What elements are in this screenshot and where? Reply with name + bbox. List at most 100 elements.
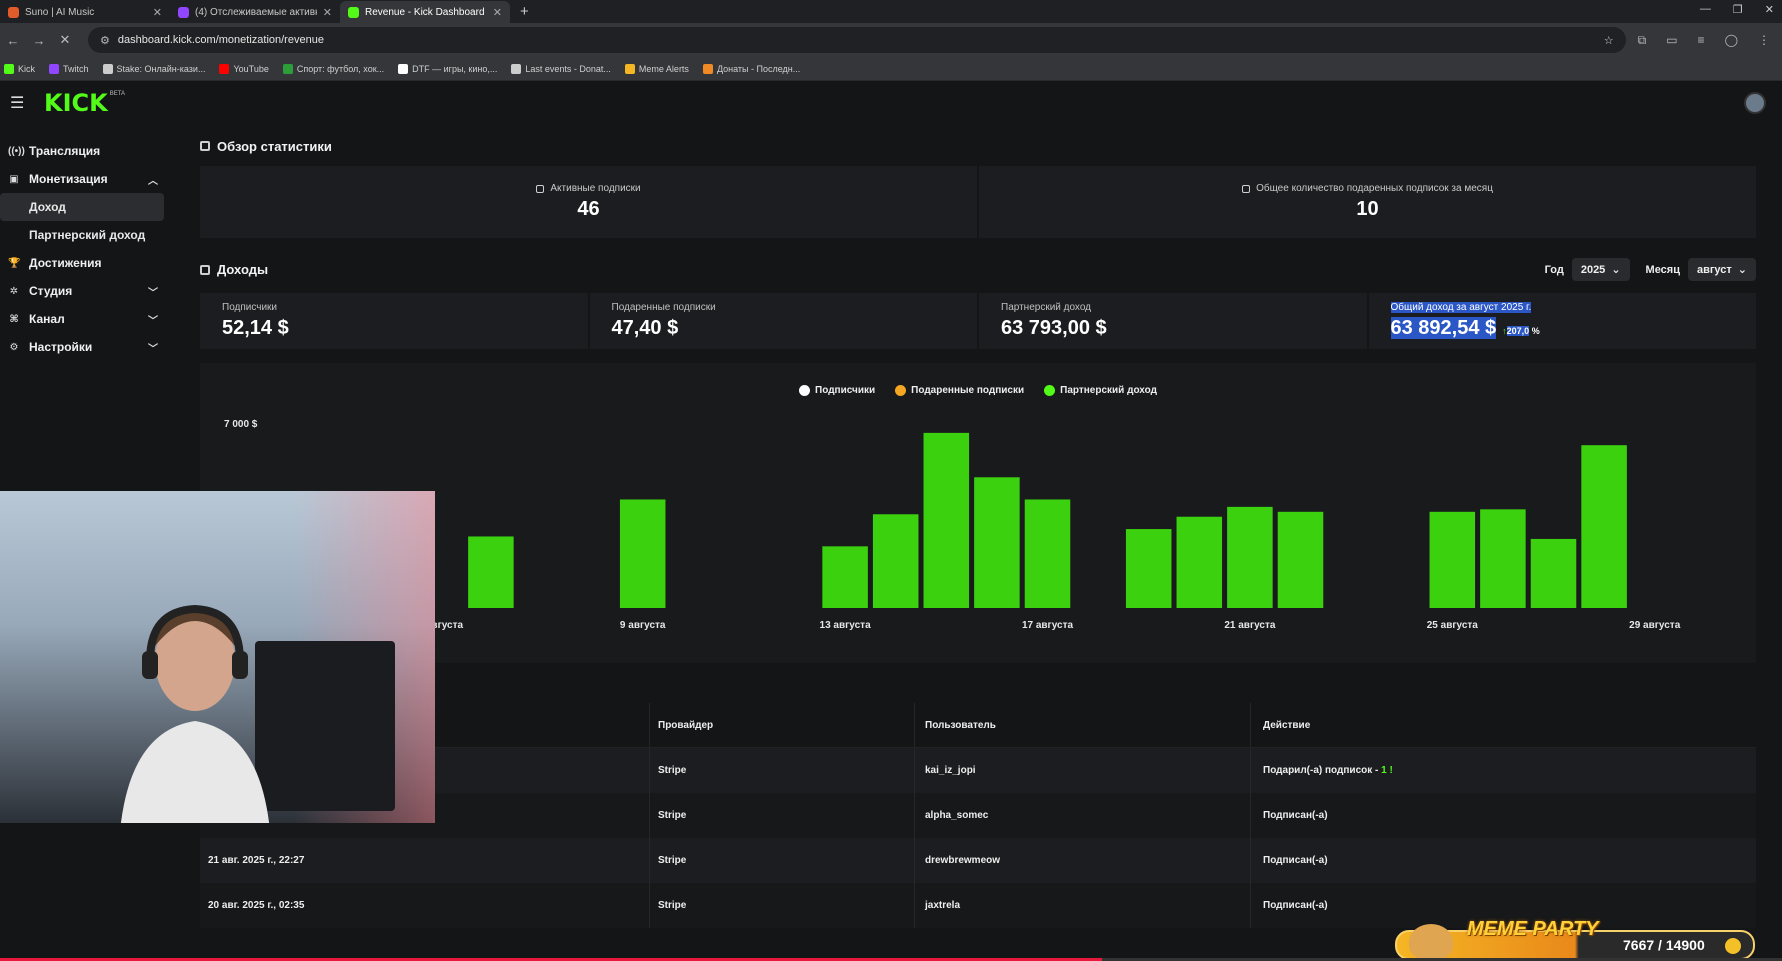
forward-icon[interactable]: → <box>32 33 46 48</box>
youtube-icon <box>219 63 230 74</box>
sidebar-item-label: Канал <box>29 312 65 326</box>
back-icon[interactable]: ← <box>6 33 20 48</box>
menu-icon[interactable]: ⋮ <box>1758 33 1770 48</box>
bookmark-stake[interactable]: Stake: Онлайн-кази... <box>102 63 205 74</box>
sidebar-item-channel[interactable]: ⌘ Канал ﹀ <box>0 305 170 333</box>
header-provider[interactable]: Провайдер <box>649 703 914 747</box>
suno-favicon-icon <box>8 6 19 18</box>
chevron-down-icon[interactable]: ﹀ <box>148 312 158 327</box>
media-controls-icon[interactable]: ≡ <box>1698 33 1705 48</box>
bookmark-kick[interactable]: Kick <box>4 63 35 74</box>
card-value: 47,40 $ <box>611 317 679 339</box>
chart-bar[interactable] <box>923 432 970 608</box>
bookmark-youtube[interactable]: YouTube <box>219 63 269 74</box>
browser-tab-twitch[interactable]: (4) Отслеживаемые активны ✕ <box>170 1 340 23</box>
address-bar-row: ← → ✕ ⚙ dashboard.kick.com/monetization/… <box>0 23 1782 57</box>
studio-icon: ✲ <box>9 285 19 297</box>
kick-logo[interactable]: KICK <box>44 89 108 117</box>
donationalerts-icon <box>511 63 522 74</box>
cell-user[interactable]: kai_iz_jopi <box>914 748 1250 793</box>
coin-icon <box>1725 938 1741 954</box>
address-bar[interactable]: ⚙ dashboard.kick.com/monetization/revenu… <box>88 27 1626 53</box>
sidebar-item-monetization[interactable]: ▣ Монетизация ︿ <box>0 165 170 193</box>
bookmark-twitch[interactable]: Twitch <box>49 63 89 74</box>
doge-icon <box>1409 924 1453 960</box>
hamburger-menu-icon[interactable]: ☰ <box>10 93 30 113</box>
sidebar-subitem-income[interactable]: Доход <box>0 193 164 221</box>
header-action[interactable]: Действие <box>1250 703 1756 747</box>
cell-user[interactable]: alpha_somec <box>914 793 1250 838</box>
chart-bar[interactable] <box>1530 538 1577 608</box>
card-value: 63 793,00 $ <box>1001 317 1107 339</box>
card-label-row: Активные подписки <box>536 183 641 194</box>
cell-date: 21 авг. 2025 г., 22:27 <box>208 855 305 866</box>
year-select[interactable]: 2025 ⌄ <box>1571 258 1630 281</box>
extensions-icon[interactable]: ⧉ <box>1638 33 1647 48</box>
overview-cards: Активные подписки 46 Общее количество по… <box>200 166 1756 238</box>
chart-bar[interactable] <box>619 499 666 608</box>
cell-action: Подарил(-а) подписок - 1 ! <box>1250 748 1756 793</box>
tab-title: Suno | AI Music <box>25 6 95 18</box>
meme-party-title: MEME PARTY <box>1467 918 1599 940</box>
cell-user[interactable]: jaxtrela <box>914 883 1250 928</box>
profile-icon[interactable]: ◯ <box>1725 33 1738 48</box>
chart-bar[interactable] <box>1024 499 1071 608</box>
bookmark-dtf[interactable]: DTF — игры, кино,... <box>398 63 497 74</box>
restore-icon[interactable]: ❐ <box>1733 3 1743 16</box>
browser-tab-kick[interactable]: Revenue - Kick Dashboard ✕ <box>340 1 510 23</box>
close-tab-icon[interactable]: ✕ <box>153 6 162 19</box>
stake-icon <box>102 63 113 74</box>
meme-party-count: 7667 / 14900 <box>1623 937 1705 953</box>
chart-bar[interactable] <box>872 514 919 608</box>
minimize-icon[interactable]: — <box>1700 3 1711 16</box>
header-user[interactable]: Пользователь <box>914 703 1250 747</box>
chart-bar[interactable] <box>974 477 1020 608</box>
chart-bar[interactable] <box>1277 511 1324 608</box>
bookmark-sport[interactable]: Спорт: футбол, хок... <box>282 63 384 74</box>
sidebar-item-studio[interactable]: ✲ Студия ﹀ <box>0 277 170 305</box>
bookmark-meme-alerts[interactable]: Meme Alerts <box>624 63 689 74</box>
bookmark-star-icon[interactable]: ☆ <box>1604 34 1614 47</box>
webcam-sticker-cabinet <box>255 641 395 811</box>
sidebar-item-broadcast[interactable]: ((•)) Трансляция <box>0 137 170 165</box>
bookmark-donations[interactable]: Донаты - Последн... <box>702 63 800 74</box>
chart-bar[interactable] <box>822 546 868 608</box>
chart-bar[interactable] <box>1125 529 1172 608</box>
chart-bar[interactable] <box>1176 516 1223 608</box>
cell-action: Подписан(-а) <box>1250 793 1756 838</box>
close-tab-icon[interactable]: ✕ <box>323 6 332 19</box>
table-row[interactable]: 21 авг. 2025 г., 22:27 Stripe drewbrewme… <box>200 838 1756 883</box>
chart-bar[interactable] <box>1429 511 1476 608</box>
new-tab-button[interactable]: + <box>510 1 539 23</box>
month-select[interactable]: август ⌄ <box>1687 258 1756 281</box>
stats-icon <box>200 141 210 151</box>
stop-loading-icon[interactable]: ✕ <box>58 32 72 48</box>
total-income-value[interactable]: 63 892,54 $ <box>1390 317 1497 339</box>
year-label: Год <box>1544 263 1564 276</box>
trophy-icon: 🏆 <box>8 257 21 269</box>
sidebar-subitem-partner-income[interactable]: Партнерский доход <box>0 221 170 249</box>
cell-provider: Stripe <box>649 793 914 838</box>
income-filters: Год 2025 ⌄ Месяц август ⌄ <box>1545 258 1756 281</box>
chart-bar[interactable] <box>468 536 514 608</box>
sidebar-item-achievements[interactable]: 🏆 Достижения <box>0 249 170 277</box>
close-tab-icon[interactable]: ✕ <box>493 6 502 19</box>
chart-bar[interactable] <box>1480 509 1526 608</box>
site-info-icon[interactable]: ⚙ <box>100 34 110 47</box>
bookmark-last-events[interactable]: Last events - Donat... <box>511 63 611 74</box>
user-avatar[interactable] <box>1744 92 1766 114</box>
growth-badge: ↑207,0 % <box>1502 326 1540 336</box>
chevron-down-icon[interactable]: ﹀ <box>148 340 158 355</box>
chevron-down-icon[interactable]: ﹀ <box>148 284 158 299</box>
close-window-icon[interactable]: ✕ <box>1765 3 1774 16</box>
chevron-up-icon[interactable]: ︿ <box>148 172 158 187</box>
chart-bar[interactable] <box>1581 445 1627 608</box>
split-view-icon[interactable]: ▭ <box>1666 33 1677 48</box>
income-title-row: Доходы <box>200 259 268 281</box>
cell-user[interactable]: drewbrewmeow <box>914 838 1250 883</box>
chart-bar[interactable] <box>1227 506 1273 608</box>
browser-tab-suno[interactable]: Suno | AI Music ✕ <box>0 1 170 23</box>
sidebar-item-settings[interactable]: ⚙ Настройки ﹀ <box>0 333 170 361</box>
selected-text[interactable]: Общий доход за август 2025 г. <box>1390 302 1532 313</box>
url-text[interactable]: dashboard.kick.com/monetization/revenue <box>118 34 1596 46</box>
